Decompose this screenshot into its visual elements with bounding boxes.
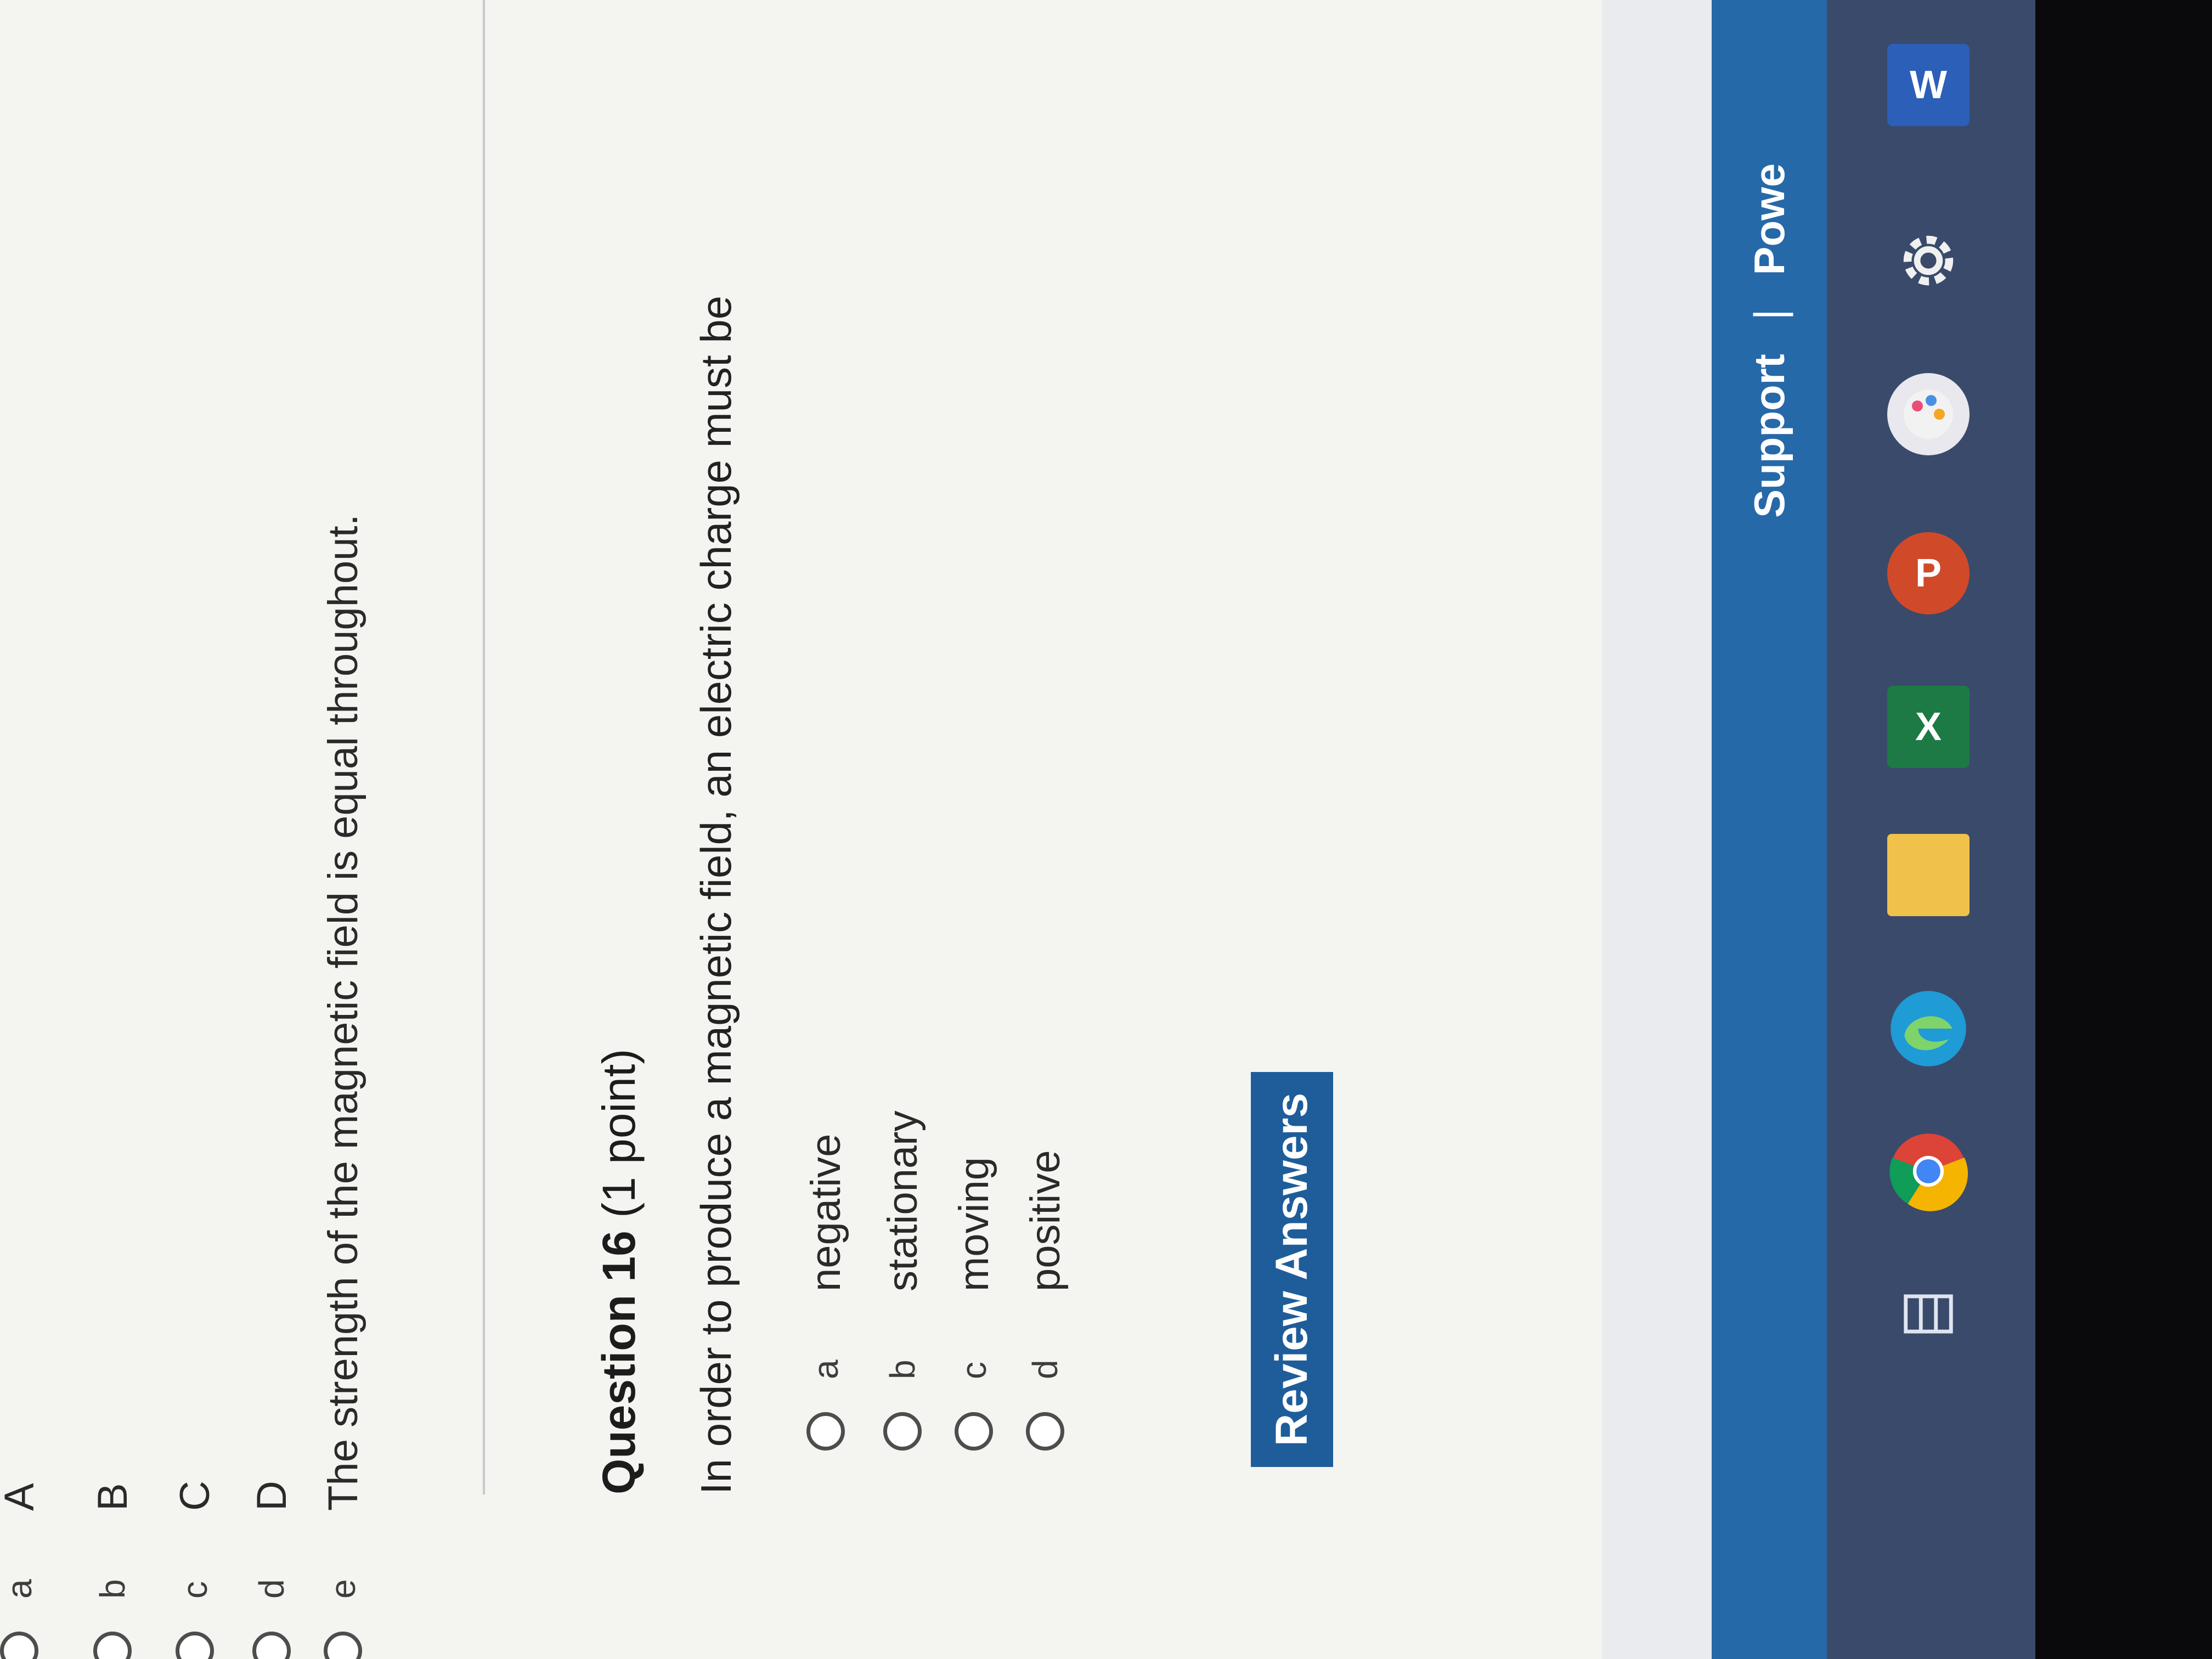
radio-button[interactable] — [1026, 1412, 1064, 1451]
chrome-icon[interactable] — [1887, 1130, 1970, 1212]
option-text: positive — [1022, 1150, 1069, 1291]
option-text: D — [248, 1481, 295, 1511]
prev-option-b[interactable]: b B — [82, 1483, 143, 1659]
prev-option-e[interactable]: e The strength of the magnetic field is … — [313, 514, 373, 1659]
powerpoint-icon[interactable]: P — [1887, 532, 1970, 614]
option-letter: d — [1025, 1359, 1065, 1379]
footer-separator: | — [1745, 309, 1793, 320]
powerpoint-letter: P — [1915, 551, 1942, 595]
question-title: Question 16 (1 point) — [592, 1049, 646, 1494]
prev-option-d[interactable]: d D — [241, 1481, 302, 1659]
option-letter: b — [883, 1359, 922, 1379]
radio-button[interactable] — [176, 1632, 214, 1659]
option-letter: b — [93, 1579, 132, 1599]
settings-icon[interactable] — [1887, 219, 1970, 302]
answer-option-a[interactable]: a negative — [795, 1134, 856, 1451]
answer-option-c[interactable]: c moving — [944, 1157, 1004, 1451]
prev-option-a[interactable]: a A — [0, 1483, 49, 1659]
option-letter: c — [954, 1362, 994, 1379]
page-footer: Support | Powe — [1712, 0, 1838, 1659]
paint-icon[interactable] — [1887, 373, 1970, 455]
option-text: negative — [802, 1133, 849, 1291]
powered-by-text: Powe — [1745, 163, 1793, 275]
option-letter: d — [252, 1579, 291, 1599]
excel-letter: X — [1915, 705, 1942, 749]
radio-button[interactable] — [806, 1412, 845, 1451]
question-number: Question 16 — [593, 1231, 645, 1494]
option-letter: a — [0, 1579, 39, 1599]
answer-option-b[interactable]: b stationary — [872, 1111, 933, 1451]
taskbar: X P W — [1827, 0, 2035, 1659]
file-explorer-icon[interactable] — [1887, 834, 1970, 916]
question-points: (1 point) — [593, 1048, 645, 1218]
word-icon[interactable]: W — [1887, 44, 1970, 126]
question-prompt: In order to produce a magnetic field, an… — [692, 295, 740, 1494]
support-link[interactable]: Support — [1745, 354, 1793, 518]
option-text: A — [0, 1483, 43, 1511]
radio-button[interactable] — [93, 1632, 132, 1659]
option-letter: c — [175, 1581, 215, 1599]
word-letter: W — [1910, 63, 1947, 107]
radio-button[interactable] — [955, 1412, 993, 1451]
option-text: The strength of the magnetic field is eq… — [319, 514, 366, 1511]
option-text: C — [171, 1481, 218, 1511]
radio-button[interactable] — [0, 1632, 38, 1659]
option-letter: e — [323, 1579, 363, 1599]
option-text: stationary — [879, 1110, 926, 1292]
quiz-page: a A b B c C d D e The strength of the ma… — [0, 0, 1838, 1659]
radio-button[interactable] — [883, 1412, 922, 1451]
option-letter: a — [806, 1359, 845, 1379]
excel-icon[interactable]: X — [1887, 686, 1970, 768]
monitor-bezel — [2035, 0, 2212, 1659]
answer-option-d[interactable]: d positive — [1015, 1150, 1075, 1451]
radio-button[interactable] — [252, 1632, 291, 1659]
question-divider — [483, 0, 485, 1494]
option-text: B — [89, 1483, 136, 1511]
radio-button[interactable] — [324, 1632, 362, 1659]
option-text: moving — [950, 1157, 997, 1291]
task-view-icon[interactable] — [1887, 1273, 1970, 1355]
edge-icon[interactable] — [1887, 988, 1970, 1070]
prev-option-c[interactable]: c C — [165, 1481, 225, 1659]
review-answers-button[interactable]: Review Answers — [1251, 1072, 1333, 1467]
